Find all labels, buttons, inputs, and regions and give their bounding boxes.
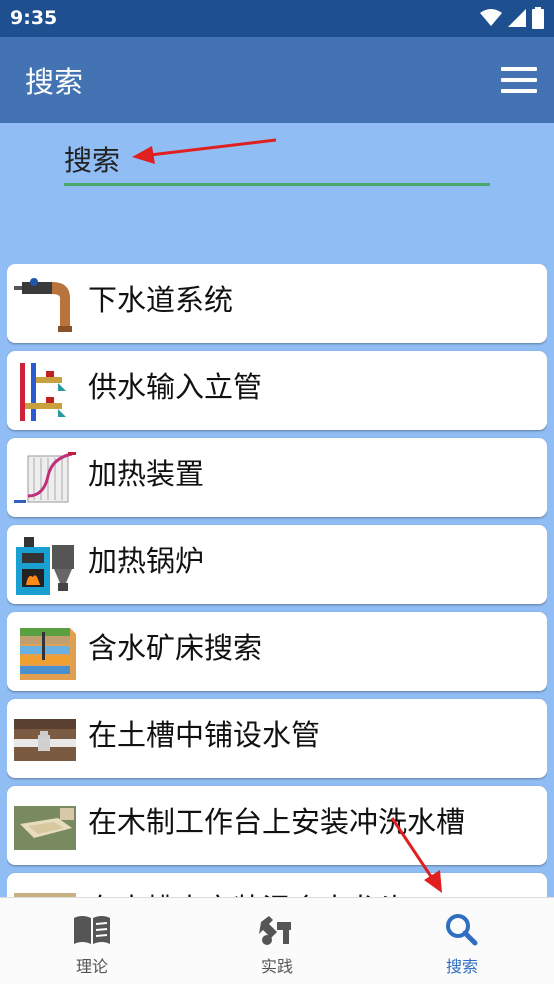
search-input[interactable] — [64, 137, 490, 183]
trench-pipe-icon — [14, 719, 76, 761]
list-item-label: 在水槽内安装混合水龙头 — [88, 886, 407, 897]
nav-practice[interactable]: 实践 — [185, 898, 369, 984]
sewer-pipe-icon — [14, 278, 72, 332]
list-item-label: 含水矿床搜索 — [88, 631, 263, 665]
aquifer-layers-icon — [20, 628, 76, 680]
battery-icon — [532, 7, 544, 29]
list-item-install-faucet[interactable]: 在水槽内安装混合水龙头 — [7, 873, 547, 897]
list-item-label: 在土槽中铺设水管 — [88, 718, 321, 752]
list-item-label: 供水输入立管 — [88, 370, 263, 404]
nav-search[interactable]: 搜索 — [370, 898, 554, 984]
list-item-label: 加热锅炉 — [88, 544, 205, 578]
status-time: 9:35 — [10, 7, 58, 29]
nav-label: 搜索 — [445, 957, 478, 976]
nav-label: 理论 — [75, 957, 108, 976]
list-item-aquifer-search[interactable]: 含水矿床搜索 — [7, 612, 547, 691]
nav-theory[interactable]: 理论 — [0, 898, 184, 984]
bottom-nav: 理论 实践 搜索 — [0, 897, 554, 984]
signal-icon — [508, 9, 526, 27]
faucet-icon — [14, 893, 76, 897]
list-item-sewer-system[interactable]: 下水道系统 — [7, 264, 547, 343]
app-bar: 搜索 — [0, 37, 554, 123]
list-item-label: 下水道系统 — [88, 283, 234, 317]
search-icon — [446, 914, 478, 946]
status-icons — [480, 6, 544, 30]
app-title: 搜索 — [25, 65, 84, 99]
list-item-label: 加热装置 — [88, 457, 205, 491]
search-field — [64, 137, 490, 187]
boiler-icon — [16, 537, 74, 595]
wifi-icon — [480, 9, 502, 26]
book-icon — [74, 916, 110, 944]
list-item-install-sink[interactable]: 在木制工作台上安装冲洗水槽 — [7, 786, 547, 865]
result-list[interactable]: 下水道系统 供水输入立管 加热装置 加热锅炉 含水矿床搜索 在土槽中铺设水管 在… — [7, 264, 547, 897]
nav-label: 实践 — [260, 957, 293, 976]
sink-icon — [14, 806, 76, 850]
hamburger-menu-icon[interactable] — [500, 63, 538, 97]
list-item-heating-boiler[interactable]: 加热锅炉 — [7, 525, 547, 604]
list-item-label: 在木制工作台上安装冲洗水槽 — [88, 805, 466, 839]
water-riser-icon — [20, 363, 66, 421]
list-item-trench-pipe[interactable]: 在土槽中铺设水管 — [7, 699, 547, 778]
status-bar: 9:35 — [0, 0, 554, 37]
radiator-icon — [14, 452, 76, 503]
list-item-water-riser[interactable]: 供水输入立管 — [7, 351, 547, 430]
list-item-heating-device[interactable]: 加热装置 — [7, 438, 547, 517]
tools-icon — [259, 916, 291, 945]
search-underline — [64, 183, 490, 186]
